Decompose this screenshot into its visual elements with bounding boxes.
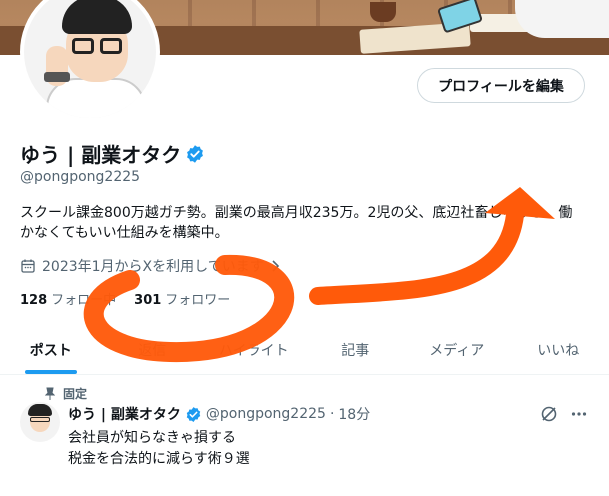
verified-badge-icon[interactable] (185, 406, 202, 423)
followers-label: フォロワー (165, 293, 231, 308)
post-actions (540, 405, 588, 423)
following-label: フォロー中 (51, 293, 117, 308)
pin-icon (45, 387, 55, 400)
profile-tabs: ポスト 返信 ハイライト 記事 メディア いいね (0, 325, 609, 375)
profile-handle: @pongpong2225 (20, 169, 141, 185)
joined-date: 2023年1月からXを利用しています (20, 256, 280, 276)
post-avatar[interactable] (20, 402, 60, 442)
post-body[interactable]: 会社員が知らなきゃ損する 税金を合法的に減らす術９選 (68, 428, 250, 470)
post-separator: · (329, 406, 335, 422)
profile-avatar[interactable] (20, 0, 160, 122)
slash-circle-icon[interactable] (540, 405, 558, 423)
calendar-icon (21, 259, 35, 273)
more-dots-icon[interactable] (570, 405, 588, 423)
tab-media[interactable]: メディア (406, 325, 508, 374)
pinned-indicator: 固定 (45, 385, 87, 402)
tab-likes[interactable]: いいね (508, 325, 609, 374)
profile-bio: スクール課金800万越ガチ勢。副業の最高月収235万。2児の父、底辺社畜しながら… (20, 205, 573, 241)
joined-text[interactable]: 2023年1月からXを利用しています (42, 256, 264, 276)
edit-profile-button[interactable]: プロフィールを編集 (417, 68, 585, 103)
post-line-2: 税金を合法的に減らす術９選 (68, 451, 250, 467)
followers-count: 301 (134, 293, 162, 308)
tab-posts[interactable]: ポスト (0, 325, 102, 374)
post-author-name[interactable]: ゆう | 副業オタク (68, 404, 181, 424)
display-name-text: ゆう | 副業オタク (20, 143, 182, 167)
post-time[interactable]: 18分 (338, 404, 370, 424)
profile-display-name: ゆう | 副業オタク (20, 139, 205, 168)
tab-replies[interactable]: 返信 (102, 325, 204, 374)
post-header: ゆう | 副業オタク @pongpong2225 · 18分 (68, 404, 370, 424)
post-line-1: 会社員が知らなきゃ損する (68, 430, 236, 446)
banner-arm (515, 0, 609, 38)
following-link[interactable]: 128 フォロー中 (20, 289, 116, 308)
follow-stats: 128 フォロー中 301 フォロワー (20, 289, 230, 308)
pinned-label: 固定 (63, 387, 88, 401)
tab-articles[interactable]: 記事 (305, 325, 407, 374)
banner-cup (370, 2, 396, 22)
post-author-handle[interactable]: @pongpong2225 (206, 406, 326, 422)
following-count: 128 (20, 293, 48, 308)
chevron-right-icon[interactable] (270, 259, 280, 273)
tab-highlights[interactable]: ハイライト (203, 325, 305, 374)
verified-badge-icon[interactable] (185, 144, 205, 164)
followers-link[interactable]: 301 フォロワー (134, 289, 230, 308)
